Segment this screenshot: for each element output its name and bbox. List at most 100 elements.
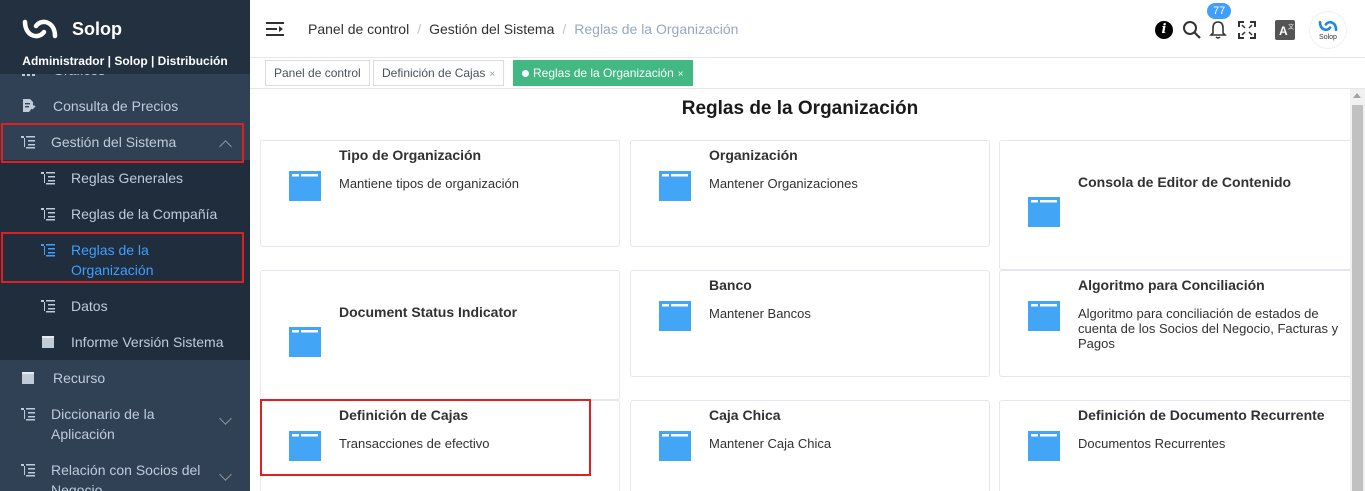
card-documento-recurrente[interactable]: Definición de Documento Recurrente Docum…: [999, 400, 1350, 491]
report-icon: [42, 336, 54, 348]
sidebar-item-recurso[interactable]: Recurso: [0, 360, 250, 396]
sidebar-item-reglas-organizacion[interactable]: Reglas de la Organización: [0, 232, 250, 288]
fullscreen-icon[interactable]: [1238, 21, 1256, 39]
card-banco[interactable]: Banco Mantener Bancos: [630, 270, 990, 377]
tree-list-icon: [41, 300, 55, 313]
card-title: Tipo de Organización: [339, 147, 482, 163]
sidebar: Gráficos Consulta de Precios Gestión del…: [0, 0, 250, 491]
main-scrollbar[interactable]: [1350, 89, 1365, 491]
card-description: Transacciones de efectivo: [339, 436, 490, 451]
user-context: Administrador | Solop | Distribución: [22, 54, 228, 68]
breadcrumb: Panel de control / Gestión del Sistema /…: [308, 21, 738, 37]
sidebar-item-label: Reglas de la Compañía: [71, 206, 218, 222]
breadcrumb-separator: /: [562, 21, 567, 37]
scrollbar-thumb[interactable]: [1352, 105, 1363, 491]
card-title: Organización: [709, 147, 798, 163]
card-title: Banco: [709, 277, 752, 293]
solop-logo-icon: [22, 19, 58, 39]
sidebar-item-label: Reglas de la Organización: [71, 240, 154, 280]
sidebar-item-reglas-compania[interactable]: Reglas de la Compañía: [0, 196, 250, 232]
card-title: Document Status Indicator: [339, 304, 518, 320]
card-algoritmo-conciliacion[interactable]: Algoritmo para Conciliación Algoritmo pa…: [999, 270, 1350, 377]
sidebar-item-datos[interactable]: Datos: [0, 288, 250, 324]
card-caja-chica[interactable]: Caja Chica Mantener Caja Chica: [630, 400, 990, 491]
card-description: Documentos Recurrentes: [1078, 436, 1226, 451]
tags-view: Panel de control Definición de Cajas × Re…: [250, 58, 1365, 89]
close-icon[interactable]: ×: [678, 69, 684, 80]
card-definicion-cajas[interactable]: Definición de Cajas Transacciones de efe…: [260, 400, 620, 491]
sidebar-item-informe-version[interactable]: Informe Versión Sistema: [0, 324, 250, 360]
sidebar-item-consulta-precios[interactable]: Consulta de Precios: [0, 88, 250, 124]
folder-icon: [659, 171, 691, 201]
tag-label: Panel de control: [274, 66, 361, 80]
breadcrumb-item[interactable]: Panel de control: [308, 21, 409, 37]
report-icon: [22, 372, 34, 384]
sidebar-item-label: Consulta de Precios: [53, 98, 179, 114]
sidebar-item-gestion-sistema[interactable]: Gestión del Sistema: [0, 124, 250, 160]
navbar: Panel de control / Gestión del Sistema /…: [250, 0, 1365, 58]
card-tipo-organizacion[interactable]: Tipo de Organización Mantiene tipos de o…: [260, 140, 620, 247]
main-content: Reglas de la Organización Tipo de Organi…: [250, 89, 1350, 491]
logo[interactable]: Solop: [22, 14, 122, 44]
app-root: Gráficos Consulta de Precios Gestión del…: [0, 0, 1365, 491]
brand-name: Solop: [72, 18, 122, 39]
sidebar-item-label: Recurso: [53, 370, 106, 386]
solop-logo-icon: [1318, 20, 1338, 32]
sidebar-item-label-line1: Reglas de la: [71, 242, 149, 258]
card-consola-editor[interactable]: Consola de Editor de Contenido: [999, 140, 1350, 270]
chevron-up-icon: [219, 140, 232, 153]
page-title: Reglas de la Organización: [681, 98, 919, 119]
tag-definicion-de-cajas[interactable]: Definición de Cajas ×: [373, 60, 505, 86]
card-title: Definición de Documento Recurrente: [1078, 407, 1325, 423]
close-icon[interactable]: ×: [489, 69, 495, 80]
card-document-status-indicator[interactable]: Document Status Indicator: [260, 270, 620, 400]
menu-fold-icon[interactable]: [266, 22, 284, 36]
breadcrumb-item-current: Reglas de la Organización: [574, 21, 739, 37]
folder-icon: [659, 431, 691, 461]
breadcrumb-item[interactable]: Gestión del Sistema: [429, 21, 554, 37]
card-description: Mantener Organizaciones: [709, 176, 858, 191]
scroll-up-icon[interactable]: [1353, 93, 1361, 98]
sidebar-item-diccionario[interactable]: Diccionario de la Aplicación: [0, 396, 250, 452]
breadcrumb-separator: /: [417, 21, 422, 37]
folder-icon: [289, 327, 321, 357]
card-title: Definición de Cajas: [339, 407, 469, 423]
sidebar-item-label: Reglas Generales: [71, 170, 184, 186]
avatar-label: Solop: [1319, 34, 1337, 41]
card-organizacion[interactable]: Organización Mantener Organizaciones: [630, 140, 990, 247]
search-icon[interactable]: [1182, 20, 1202, 40]
avatar[interactable]: Solop: [1310, 12, 1346, 48]
tag-panel-de-control[interactable]: Panel de control: [265, 60, 370, 86]
card-description: Mantener Bancos: [709, 306, 811, 321]
card-description: Algoritmo para conciliación de estados d…: [1078, 306, 1339, 351]
sidebar-item-reglas-generales[interactable]: Reglas Generales: [0, 160, 250, 196]
sidebar-header: Solop Administrador | Solop | Distribuci…: [0, 0, 250, 74]
document-edit-icon: [23, 99, 36, 112]
tag-label: Definición de Cajas: [382, 66, 486, 80]
chevron-down-icon: [219, 412, 232, 425]
sidebar-item-label-line1: Relación con Socios del: [51, 462, 201, 478]
sidebar-item-label-line2: Organización: [71, 262, 154, 278]
svg-text:A: A: [1279, 24, 1288, 38]
tree-list-icon: [21, 136, 35, 149]
folder-icon: [659, 301, 691, 331]
tree-list-icon: [21, 408, 35, 421]
language-icon[interactable]: A文: [1275, 20, 1295, 40]
folder-icon: [289, 171, 321, 201]
sidebar-item-label-line2: Aplicación: [51, 426, 115, 442]
sidebar-item-label-line1: Diccionario de la: [51, 406, 155, 422]
folder-icon: [1028, 197, 1060, 227]
info-icon[interactable]: i: [1155, 21, 1173, 39]
sidebar-item-label: Relación con Socios del Negocio: [51, 460, 200, 491]
folder-icon: [1028, 301, 1060, 331]
tag-label: Reglas de la Organización: [533, 66, 674, 80]
card-title: Consola de Editor de Contenido: [1078, 174, 1292, 190]
card-description: Mantiene tipos de organización: [339, 176, 519, 191]
tag-reglas-organizacion[interactable]: Reglas de la Organización ×: [513, 60, 693, 86]
bell-icon[interactable]: [1209, 20, 1227, 40]
sidebar-item-label: Diccionario de la Aplicación: [51, 404, 155, 444]
folder-icon: [1028, 431, 1060, 461]
folder-icon: [289, 431, 321, 461]
svg-text:文: 文: [1288, 23, 1294, 31]
sidebar-item-relacion-socios[interactable]: Relación con Socios del Negocio: [0, 452, 250, 491]
